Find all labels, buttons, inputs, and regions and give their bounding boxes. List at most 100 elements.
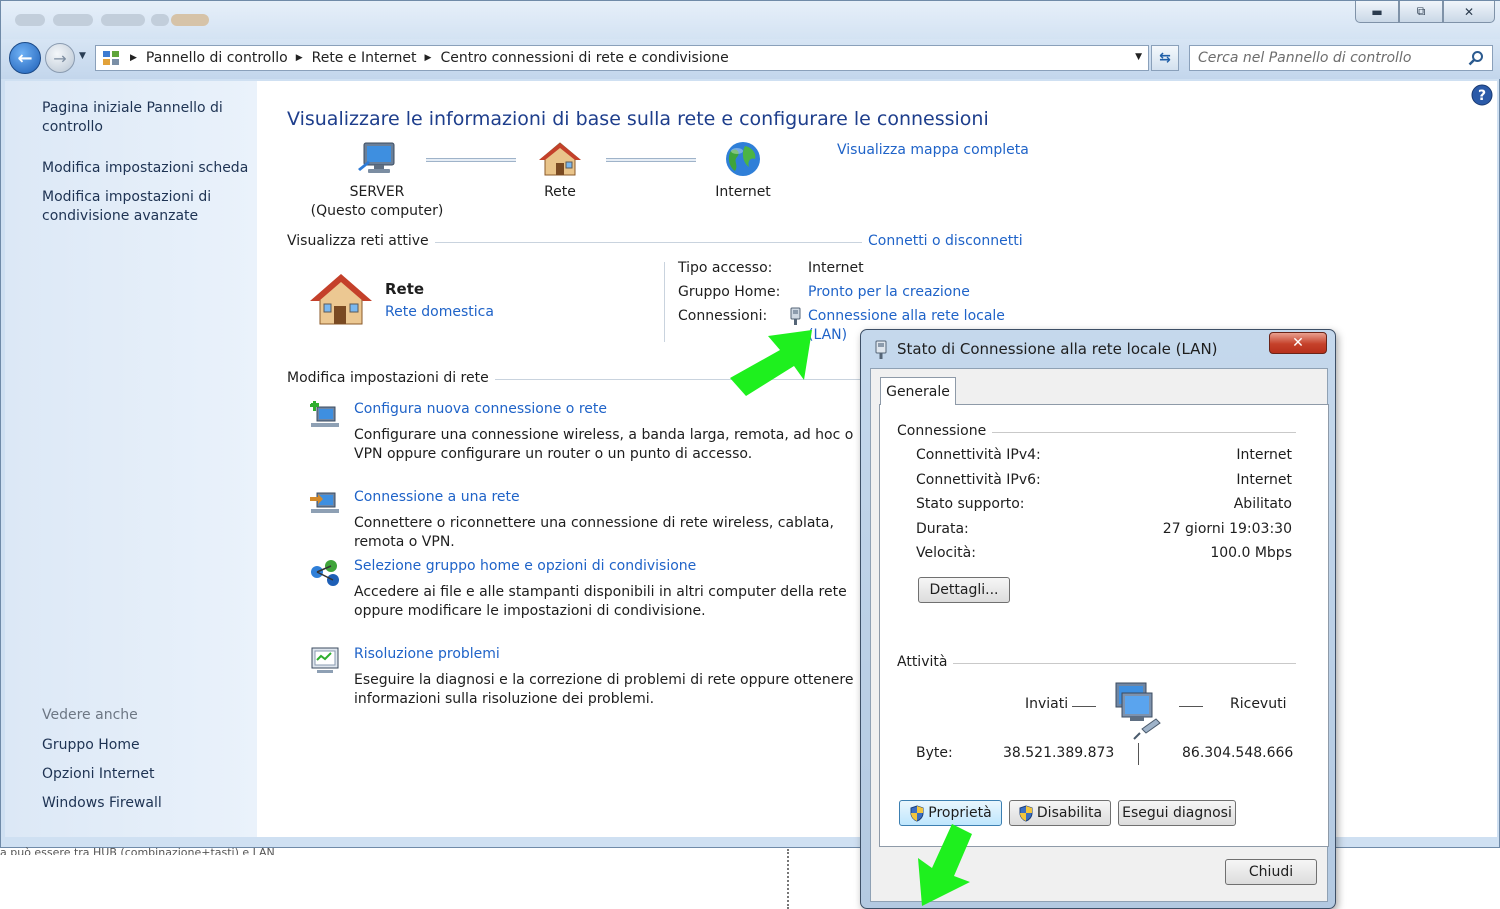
troubleshoot-icon bbox=[311, 647, 339, 673]
sidebar-link-internet-options[interactable]: Opzioni Internet bbox=[42, 765, 252, 784]
node-network[interactable]: Rete bbox=[510, 141, 610, 202]
received-dash bbox=[1179, 706, 1203, 707]
page-title: Visualizzare le informazioni di base sul… bbox=[287, 108, 989, 130]
homegroup-link[interactable]: Pronto per la creazione bbox=[808, 284, 970, 300]
control-panel-icon bbox=[100, 49, 122, 67]
close-dialog-button[interactable]: Chiudi bbox=[1225, 859, 1317, 885]
refresh-button[interactable]: ⇆ bbox=[1151, 45, 1179, 71]
minimize-button[interactable]: ▬ bbox=[1355, 1, 1399, 23]
sidebar-link-adapter-settings[interactable]: Modifica impostazioni scheda bbox=[42, 159, 252, 178]
chevron-right-icon[interactable]: ▶ bbox=[130, 53, 137, 63]
node-internet[interactable]: Internet bbox=[693, 141, 793, 202]
active-networks-label: Visualizza reti attive bbox=[287, 233, 435, 249]
blurred-title bbox=[151, 14, 169, 26]
details-button[interactable]: Dettagli... bbox=[918, 577, 1010, 603]
lan-connection-link[interactable]: Connessione alla rete locale bbox=[808, 308, 1005, 324]
sent-dash bbox=[1072, 706, 1096, 707]
dialog-close-button[interactable]: ✕ bbox=[1269, 332, 1327, 354]
activity-group-label: Attività bbox=[897, 654, 954, 670]
chevron-right-icon[interactable]: ▶ bbox=[296, 53, 303, 63]
node-this-computer[interactable]: SERVER (Questo computer) bbox=[307, 141, 447, 221]
network-type-link[interactable]: Rete domestica bbox=[385, 304, 494, 320]
media-state-value: Abilitato bbox=[1233, 496, 1292, 512]
computer-name: SERVER bbox=[349, 184, 405, 200]
sidebar-link-advanced-sharing[interactable]: Modifica impostazioni di condivisione av… bbox=[42, 188, 252, 226]
duration-label: Durata: bbox=[916, 521, 969, 537]
minimize-icon: ▬ bbox=[1371, 4, 1383, 19]
close-icon: ✕ bbox=[1292, 335, 1304, 351]
ipv4-value: Internet bbox=[1236, 447, 1292, 463]
task-desc-troubleshoot: Eseguire la diagnosi e la correzione di … bbox=[354, 672, 854, 707]
breadcrumb-network-internet[interactable]: Rete e Internet bbox=[312, 50, 417, 66]
homegroup-label: Gruppo Home: bbox=[678, 284, 781, 300]
connection-line bbox=[606, 158, 696, 162]
breadcrumb-control-panel[interactable]: Pannello di controllo bbox=[146, 50, 288, 66]
background-document-text: a può essere tra HUB (combinazione+tasti… bbox=[0, 847, 275, 855]
dotted-guide-line bbox=[787, 849, 789, 909]
task-title-troubleshoot[interactable]: Risoluzione problemi bbox=[354, 646, 500, 662]
connect-disconnect-link[interactable]: Connetti o disconnetti bbox=[862, 233, 1029, 249]
address-dropdown[interactable]: ▼ bbox=[1135, 52, 1142, 62]
search-input[interactable] bbox=[1198, 49, 1458, 67]
search-box[interactable] bbox=[1189, 45, 1493, 71]
media-state-label: Stato supporto: bbox=[916, 496, 1025, 512]
disable-button-label: Disabilita bbox=[1036, 805, 1103, 821]
dialog-title: Stato di Connessione alla rete locale (L… bbox=[897, 340, 1218, 358]
network-name: Rete bbox=[385, 280, 425, 298]
sidebar-link-control-panel-home[interactable]: Pagina iniziale Pannello di controllo bbox=[42, 99, 252, 137]
restore-icon: ⧉ bbox=[1416, 4, 1426, 18]
view-full-map-link[interactable]: Visualizza mappa completa bbox=[837, 142, 1029, 158]
diagnose-button[interactable]: Esegui diagnosi bbox=[1118, 800, 1236, 826]
sent-label: Inviati bbox=[1025, 696, 1069, 712]
svg-text:?: ? bbox=[1478, 88, 1486, 104]
disable-button[interactable]: Disabilita bbox=[1009, 800, 1111, 826]
section-divider bbox=[425, 242, 863, 243]
task-title-new-connection[interactable]: Configura nuova connessione o rete bbox=[354, 401, 607, 417]
chevron-right-icon[interactable]: ▶ bbox=[425, 53, 432, 63]
new-connection-icon bbox=[310, 401, 339, 427]
caption-buttons: ▬ ⧉ ✕ bbox=[1355, 1, 1495, 23]
task-title-homegroup[interactable]: Selezione gruppo home e opzioni di condi… bbox=[354, 558, 696, 574]
blurred-title bbox=[171, 14, 209, 26]
chevron-down-icon: ▼ bbox=[1135, 52, 1142, 62]
title-bar: ▬ ⧉ ✕ bbox=[1, 1, 1500, 39]
received-label: Ricevuti bbox=[1230, 696, 1287, 712]
sidebar-link-windows-firewall[interactable]: Windows Firewall bbox=[42, 794, 252, 813]
blurred-title bbox=[53, 14, 93, 26]
task-new-connection: Configura nuova connessione o rete Confi… bbox=[305, 401, 865, 465]
activity-divider bbox=[1138, 743, 1139, 765]
close-window-button[interactable]: ✕ bbox=[1443, 1, 1495, 23]
task-connect-network: Connessione a una rete Connettere o rico… bbox=[305, 489, 865, 553]
speed-value: 100.0 Mbps bbox=[1210, 545, 1292, 561]
navigation-bar: ← → ▼ ▶ Pannello di controllo ▶ Rete e I… bbox=[1, 39, 1500, 115]
shield-icon bbox=[910, 804, 924, 822]
blurred-title bbox=[101, 14, 145, 26]
network-node-label: Rete bbox=[544, 184, 576, 200]
vertical-divider bbox=[664, 262, 665, 342]
access-type-label: Tipo accesso: bbox=[678, 260, 773, 276]
task-homegroup: Selezione gruppo home e opzioni di condi… bbox=[305, 558, 865, 622]
house-icon bbox=[539, 142, 581, 176]
connect-network-icon bbox=[310, 492, 339, 513]
ipv4-label: Connettività IPv4: bbox=[916, 447, 1041, 463]
forward-button[interactable]: → bbox=[45, 43, 75, 73]
ethernet-plug-icon bbox=[875, 340, 887, 359]
search-icon[interactable] bbox=[1468, 50, 1484, 66]
computer-subtitle: (Questo computer) bbox=[310, 203, 444, 219]
task-title-connect-network[interactable]: Connessione a una rete bbox=[354, 489, 520, 505]
shield-icon bbox=[1019, 804, 1033, 822]
address-bar[interactable]: ▶ Pannello di controllo ▶ Rete e Interne… bbox=[95, 45, 1149, 71]
recent-pages-dropdown[interactable]: ▼ bbox=[79, 51, 86, 61]
speed-label: Velocità: bbox=[916, 545, 976, 561]
task-desc-connect-network: Connettere o riconnettere una connession… bbox=[354, 515, 834, 550]
sidebar-link-homegroup[interactable]: Gruppo Home bbox=[42, 736, 252, 755]
breadcrumb-network-center[interactable]: Centro connessioni di rete e condivision… bbox=[440, 50, 728, 66]
back-button[interactable]: ← bbox=[9, 42, 41, 74]
help-icon[interactable]: ? bbox=[1471, 84, 1493, 106]
section-divider bbox=[491, 379, 911, 380]
bytes-label: Byte: bbox=[916, 745, 953, 761]
computer-icon bbox=[358, 142, 395, 173]
tab-general[interactable]: Generale bbox=[880, 377, 956, 405]
annotation-arrow-icon bbox=[918, 824, 972, 906]
maximize-button[interactable]: ⧉ bbox=[1399, 1, 1443, 23]
